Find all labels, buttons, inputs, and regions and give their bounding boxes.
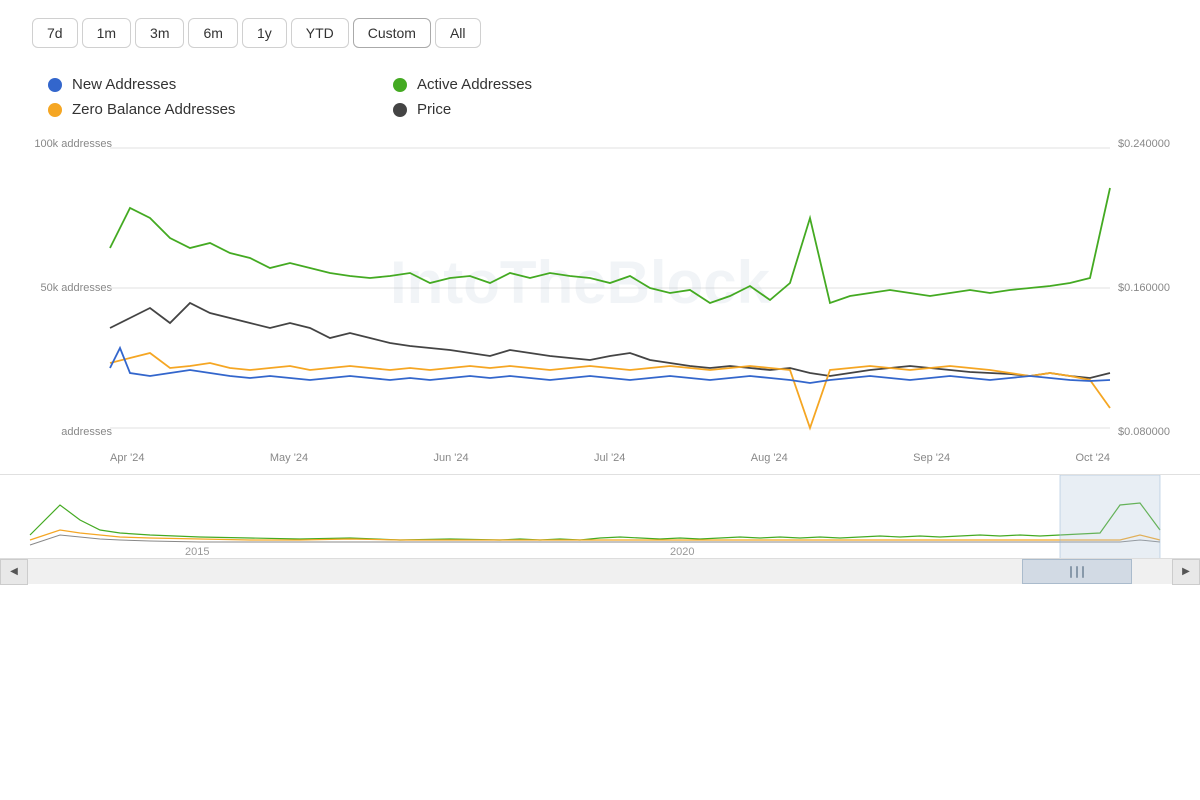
legend-item-price: Price xyxy=(393,101,718,118)
legend-dot-new-addresses xyxy=(48,78,62,92)
overview-svg: 2015 2020 xyxy=(0,475,1200,560)
nav-track xyxy=(28,559,1172,584)
svg-text:2015: 2015 xyxy=(185,546,209,558)
x-label-Jun-24: Jun '24 xyxy=(433,452,468,464)
main-container: 7d1m3m6m1yYTDCustomAll New Addresses Acti… xyxy=(0,0,1200,800)
legend-item-active-addresses: Active Addresses xyxy=(393,76,718,93)
x-label-Oct-24: Oct '24 xyxy=(1075,452,1110,464)
time-filter-3m[interactable]: 3m xyxy=(135,18,184,48)
x-label-Aug-24: Aug '24 xyxy=(751,452,788,464)
legend-item-zero-balance: Zero Balance Addresses xyxy=(48,101,373,118)
time-filter-1y[interactable]: 1y xyxy=(242,18,287,48)
nav-grip-1 xyxy=(1070,566,1072,578)
main-chart-svg: IntoTheBlock xyxy=(0,128,1200,448)
x-label-Sep-24: Sep '24 xyxy=(913,452,950,464)
time-filter-1m[interactable]: 1m xyxy=(82,18,131,48)
legend-label-new-addresses: New Addresses xyxy=(72,76,176,93)
navigator-bar: ◀ ▶ xyxy=(0,558,1200,584)
nav-grip-3 xyxy=(1082,566,1084,578)
legend-label-active-addresses: Active Addresses xyxy=(417,76,532,93)
svg-text:2020: 2020 xyxy=(670,546,694,558)
chart-svg-wrapper: IntoTheBlock xyxy=(0,128,1200,448)
legend-dot-active-addresses xyxy=(393,78,407,92)
nav-grip-2 xyxy=(1076,566,1078,578)
time-filter-custom[interactable]: Custom xyxy=(353,18,431,48)
x-label-Jul-24: Jul '24 xyxy=(594,452,625,464)
legend-dot-zero-balance xyxy=(48,103,62,117)
x-label-Apr-24: Apr '24 xyxy=(110,452,145,464)
legend-label-zero-balance: Zero Balance Addresses xyxy=(72,101,235,118)
chart-legend: New Addresses Active Addresses Zero Balanc… xyxy=(0,58,750,124)
overview-chart: 2015 2020 ◀ ▶ xyxy=(0,474,1200,584)
legend-dot-price xyxy=(393,103,407,117)
svg-text:IntoTheBlock: IntoTheBlock xyxy=(390,249,771,316)
time-filter-ytd[interactable]: YTD xyxy=(291,18,349,48)
x-label-May-24: May '24 xyxy=(270,452,308,464)
time-filter-all[interactable]: All xyxy=(435,18,481,48)
overview-chart-inner: 2015 2020 ◀ ▶ xyxy=(0,475,1200,584)
nav-right-arrow[interactable]: ▶ xyxy=(1172,559,1200,585)
x-axis: Apr '24 May '24 Jun '24 Jul '24 Aug '24 Sep '… xyxy=(0,448,1200,464)
time-filter-6m[interactable]: 6m xyxy=(188,18,237,48)
legend-item-new-addresses: New Addresses xyxy=(48,76,373,93)
nav-handle[interactable] xyxy=(1022,559,1132,584)
time-filter-7d[interactable]: 7d xyxy=(32,18,78,48)
main-chart-area: 100k addresses 50k addresses addresses $… xyxy=(0,128,1200,448)
nav-left-arrow[interactable]: ◀ xyxy=(0,559,28,585)
time-filter-bar: 7d1m3m6m1yYTDCustomAll xyxy=(0,0,1200,58)
legend-label-price: Price xyxy=(417,101,451,118)
